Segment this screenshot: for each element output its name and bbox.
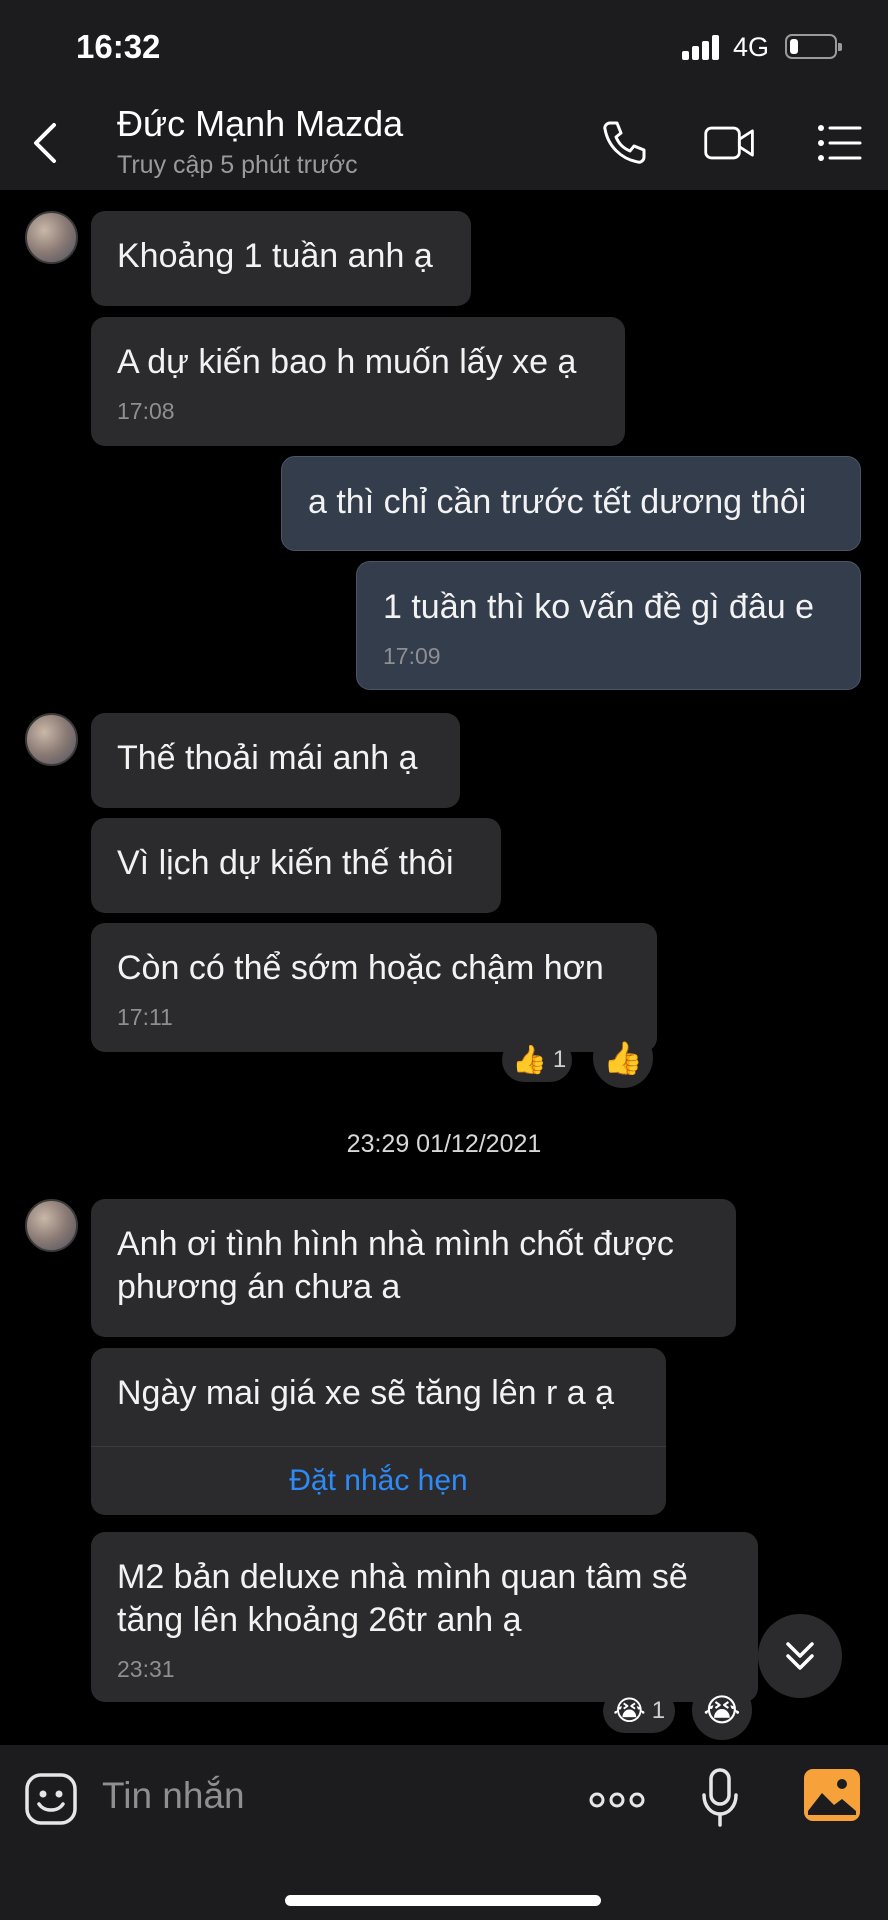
reaction-count: 1 xyxy=(651,1697,666,1724)
message-bubble-outgoing[interactable]: 1 tuần thì ko vấn đề gì đâu e 17:09 xyxy=(356,561,861,690)
set-reminder-link[interactable]: Đặt nhắc hẹn xyxy=(91,1464,666,1498)
microphone-icon[interactable] xyxy=(700,1767,740,1829)
message-text: a thì chỉ cần trước tết dương thôi xyxy=(308,483,807,521)
message-bubble-incoming[interactable]: Anh ơi tình hình nhà mình chốt được phươ… xyxy=(91,1199,736,1337)
home-indicator xyxy=(285,1895,601,1906)
message-time: 17:08 xyxy=(117,398,175,424)
contact-avatar[interactable] xyxy=(25,211,78,264)
message-time: 23:31 xyxy=(117,1656,175,1682)
message-text: A dự kiến bao h muốn lấy xe ạ xyxy=(117,343,577,381)
message-bubble-incoming[interactable]: Thế thoải mái anh ạ xyxy=(91,713,460,808)
back-chevron-icon[interactable] xyxy=(22,113,72,173)
message-text: Vì lịch dự kiến thế thôi xyxy=(117,844,454,882)
battery-fill xyxy=(790,39,798,54)
message-bubble-incoming[interactable]: Còn có thể sớm hoặc chậm hơn 17:11 xyxy=(91,923,657,1052)
sticker-icon[interactable] xyxy=(24,1772,78,1826)
contact-avatar[interactable] xyxy=(25,1199,78,1252)
message-text: Ngày mai giá xe sẽ tăng lên r a ạ xyxy=(117,1374,615,1412)
message-bubble-incoming[interactable]: Ngày mai giá xe sẽ tăng lên r a ạ Đặt nh… xyxy=(91,1348,666,1515)
reaction-summary[interactable]: 👍 1 xyxy=(502,1038,572,1082)
quick-reaction-button[interactable]: 😭 xyxy=(692,1680,752,1740)
phone-icon[interactable] xyxy=(596,115,652,171)
chat-header: Đức Mạnh Mazda Truy cập 5 phút trước xyxy=(0,95,888,190)
scroll-to-bottom-button[interactable] xyxy=(758,1614,842,1698)
message-bubble-incoming[interactable]: Khoảng 1 tuần anh ạ xyxy=(91,211,471,306)
image-icon[interactable] xyxy=(804,1769,860,1821)
contact-name[interactable]: Đức Mạnh Mazda xyxy=(117,103,403,145)
message-time: 17:11 xyxy=(117,1004,173,1030)
video-call-icon[interactable] xyxy=(702,115,758,171)
composer-bar: Tin nhắn xyxy=(0,1745,888,1920)
status-bar: 16:32 4G xyxy=(0,0,888,95)
reaction-count: 1 xyxy=(552,1046,567,1073)
message-text: M2 bản deluxe nhà mình quan tâm sẽ tăng … xyxy=(117,1558,688,1639)
more-icon[interactable] xyxy=(588,1785,646,1815)
message-bubble-incoming[interactable]: M2 bản deluxe nhà mình quan tâm sẽ tăng … xyxy=(91,1532,758,1702)
thumbs-up-emoji: 👍 xyxy=(512,1043,547,1076)
reaction-summary[interactable]: 😭 1 xyxy=(603,1689,675,1733)
message-bubble-incoming[interactable]: Vì lịch dự kiến thế thôi xyxy=(91,818,501,913)
double-chevron-down-icon xyxy=(786,1642,814,1670)
message-bubble-incoming[interactable]: A dự kiến bao h muốn lấy xe ạ 17:08 xyxy=(91,317,625,446)
message-input[interactable]: Tin nhắn xyxy=(102,1775,245,1817)
signal-strength-icon xyxy=(682,34,722,60)
message-time: 17:09 xyxy=(383,643,441,669)
status-time: 16:32 xyxy=(76,28,161,65)
message-text: 1 tuần thì ko vấn đề gì đâu e xyxy=(383,588,814,626)
divider xyxy=(91,1446,666,1447)
battery-icon xyxy=(785,34,842,59)
message-bubble-outgoing[interactable]: a thì chỉ cần trước tết dương thôi xyxy=(281,456,861,551)
message-text: Còn có thể sớm hoặc chậm hơn xyxy=(117,949,604,987)
contact-avatar[interactable] xyxy=(25,713,78,766)
network-type: 4G xyxy=(733,32,770,62)
crying-emoji: 😭 xyxy=(613,1694,646,1727)
date-separator: 23:29 01/12/2021 xyxy=(346,1130,542,1158)
contact-last-seen: Truy cập 5 phút trước xyxy=(117,151,358,179)
crying-face-icon: 😭 xyxy=(703,1691,741,1729)
thumbs-up-icon: 👍 xyxy=(603,1039,643,1077)
message-text: Khoảng 1 tuần anh ạ xyxy=(117,237,433,275)
message-text: Anh ơi tình hình nhà mình chốt được phươ… xyxy=(117,1225,674,1306)
message-text: Thế thoải mái anh ạ xyxy=(117,739,418,777)
menu-list-icon[interactable] xyxy=(812,115,868,171)
quick-reaction-button[interactable]: 👍 xyxy=(593,1028,653,1088)
